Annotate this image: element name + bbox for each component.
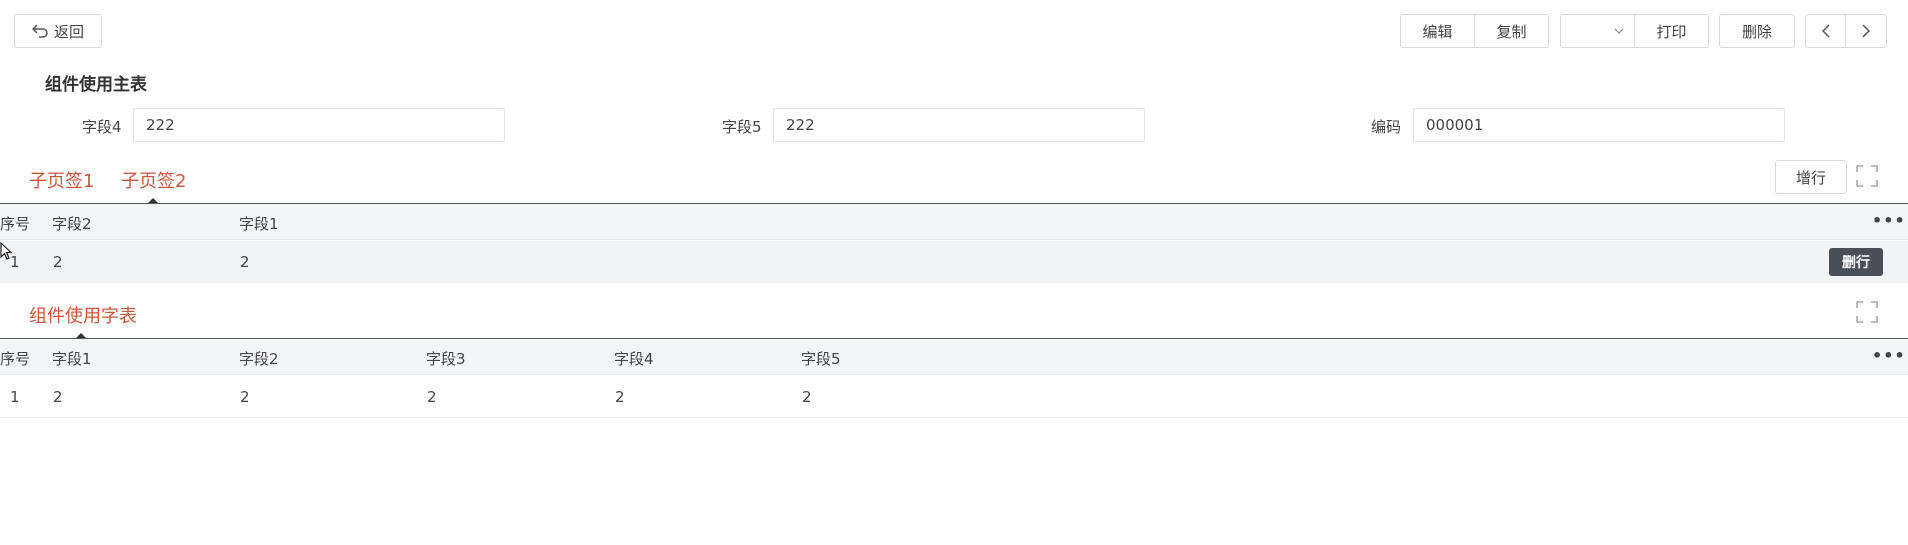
tab-subtab-2[interactable]: 子页签2 — [121, 167, 186, 193]
field5-value: 222 — [786, 116, 815, 134]
field4-input[interactable]: 222 — [133, 108, 505, 142]
field4-value: 222 — [146, 116, 175, 134]
row-cell: 2 — [53, 388, 63, 406]
field5-label: 字段5 — [722, 118, 762, 136]
column-header: 字段3 — [426, 350, 466, 368]
print-button[interactable]: 打印 — [1635, 14, 1709, 48]
edit-copy-group: 编辑 复制 — [1400, 14, 1549, 48]
column-header: 序号 — [0, 350, 31, 368]
more-icon[interactable]: ••• — [1872, 346, 1906, 365]
row-index: 1 — [10, 388, 20, 406]
field4-label: 字段4 — [82, 118, 122, 136]
code-input[interactable]: 000001 — [1413, 108, 1785, 142]
tab-subtab-1[interactable]: 子页签1 — [29, 167, 94, 193]
column-header: 字段2 — [52, 215, 92, 233]
back-button[interactable]: 返回 — [14, 14, 102, 48]
table-row[interactable]: 1 2 2 删行 — [0, 241, 1908, 283]
row-cell: 2 — [53, 253, 63, 271]
fullscreen-icon[interactable] — [1855, 300, 1879, 324]
row-cell: 2 — [615, 388, 625, 406]
copy-button[interactable]: 复制 — [1475, 14, 1549, 48]
field5-input[interactable]: 222 — [773, 108, 1145, 142]
pager-group — [1805, 14, 1887, 48]
column-header: 字段1 — [52, 350, 92, 368]
back-label: 返回 — [53, 22, 84, 41]
code-label: 编码 — [1371, 118, 1402, 136]
delete-button[interactable]: 删除 — [1719, 14, 1795, 48]
add-row-button[interactable]: 增行 — [1775, 160, 1847, 194]
tab-child-table[interactable]: 组件使用字表 — [29, 302, 137, 328]
chevron-left-icon — [1821, 24, 1830, 38]
subtab-table-header: 序号 字段2 字段1 ••• — [0, 204, 1908, 240]
delete-row-button[interactable]: 删行 — [1829, 248, 1883, 276]
row-cell: 2 — [240, 388, 250, 406]
row-cell: 2 — [240, 253, 250, 271]
column-header: 字段4 — [614, 350, 654, 368]
add-row-label: 增行 — [1795, 168, 1826, 187]
return-icon — [31, 24, 48, 38]
edit-button[interactable]: 编辑 — [1400, 14, 1475, 48]
more-icon[interactable]: ••• — [1872, 211, 1906, 230]
next-button[interactable] — [1846, 14, 1887, 48]
previous-button[interactable] — [1805, 14, 1846, 48]
column-header: 字段5 — [801, 350, 841, 368]
table-row[interactable]: 1 2 2 2 2 2 — [0, 376, 1908, 418]
print-template-select[interactable] — [1560, 14, 1635, 48]
row-cell: 2 — [427, 388, 437, 406]
print-group: 打印 — [1560, 14, 1709, 48]
mouse-cursor-icon — [0, 242, 13, 260]
delete-label: 删除 — [1741, 22, 1772, 41]
column-header: 字段2 — [239, 350, 279, 368]
chevron-down-icon — [1614, 28, 1624, 34]
fullscreen-icon[interactable] — [1855, 164, 1879, 188]
column-header: 序号 — [0, 215, 31, 233]
code-value: 000001 — [1426, 116, 1484, 134]
form-title: 组件使用主表 — [45, 75, 147, 95]
child-table-header: 序号 字段1 字段2 字段3 字段4 字段5 ••• — [0, 339, 1908, 375]
chevron-right-icon — [1862, 24, 1870, 38]
row-cell: 2 — [802, 388, 812, 406]
column-header: 字段1 — [239, 215, 279, 233]
